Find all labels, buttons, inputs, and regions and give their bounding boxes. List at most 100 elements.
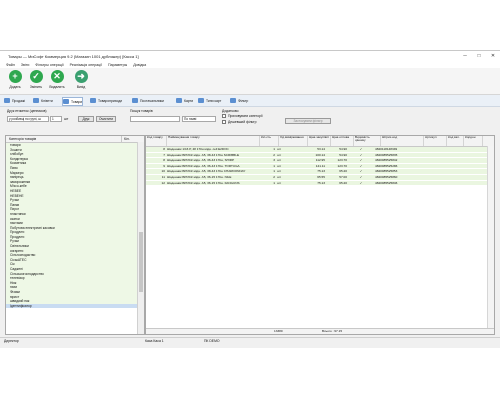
goods-scrollbar[interactable] <box>487 146 494 329</box>
cell-unit: шт <box>277 163 281 168</box>
col-code-incl[interactable]: Код вкл. <box>447 136 464 146</box>
edit-button-label: Змінить <box>29 85 43 89</box>
cell-unit: шт <box>277 174 281 179</box>
menu-help[interactable]: Довідка <box>133 63 146 67</box>
menu-file[interactable]: Файл <box>6 63 15 67</box>
cell-visibility[interactable]: ✓ <box>348 153 374 158</box>
label-extra: Додатково <box>222 109 239 113</box>
edit-check-icon: ✓ <box>29 70 43 83</box>
menu-filter-operations[interactable]: Фільтры операції <box>35 63 63 67</box>
goods-icon <box>63 99 69 104</box>
clear-button[interactable]: Очистити <box>96 116 116 122</box>
category-spacer <box>122 304 132 309</box>
minimize-button[interactable]: ─ <box>458 53 472 59</box>
exit-button[interactable]: ➜ Вихід <box>72 70 90 89</box>
cell-barcode: 4820085525842 <box>375 158 398 163</box>
tab-sales-label: Продажі <box>12 98 26 103</box>
tab-goods-receipts[interactable]: Товароприходи <box>90 97 122 104</box>
search-input[interactable] <box>130 116 180 122</box>
tab-suppliers[interactable]: Постачальники <box>132 97 164 104</box>
menu-reports[interactable]: Звіти <box>21 63 30 67</box>
cards-icon <box>176 98 182 103</box>
menu-parameters[interactable]: Параметры <box>108 63 127 67</box>
tab-clients-label: Клієнти <box>41 98 53 103</box>
cell-code: 12 <box>161 180 165 185</box>
table-row[interactable]: 12 Шоденник БРИСК мідн. A5, 36-15 17Кн. F… <box>146 180 494 187</box>
cell-visibility[interactable]: ✓ <box>348 169 374 174</box>
add-button[interactable]: + Додать <box>6 70 24 89</box>
category-row[interactable]: Ідентифікатор4 <box>6 303 144 309</box>
col-visibility[interactable]: Видимість ціннику <box>354 136 381 146</box>
label-search-goods: Пошук товарів <box>130 109 153 113</box>
print-count-input[interactable]: 1 <box>50 116 62 122</box>
print-button[interactable]: Друк <box>78 116 94 122</box>
cell-barcode: 4820118148349 <box>375 147 398 151</box>
cell-barcode: 4820085525286 <box>375 163 398 168</box>
col-article[interactable]: Артикул <box>424 136 447 146</box>
apply-filter-button[interactable]: Застосувати фільтр <box>285 118 331 124</box>
cell-unit: шт <box>277 180 281 185</box>
cell-buy-price: 141.11 <box>315 163 325 168</box>
tab-clients[interactable]: Клієнти <box>33 97 53 104</box>
cell-barcode: 4820085525853 <box>375 169 398 174</box>
cheaper-filter-checkbox[interactable] <box>222 120 226 124</box>
cell-visibility[interactable]: ✓ <box>348 181 374 186</box>
col-name[interactable]: Найменування товару <box>167 136 260 146</box>
close-button[interactable]: ✕ <box>486 53 500 59</box>
col-code[interactable]: Код товару <box>146 136 167 146</box>
edit-button[interactable]: ✓ Змінить <box>27 70 45 89</box>
col-sell-price[interactable]: Ціна оптова <box>331 136 354 146</box>
tab-filter[interactable]: Фільтр <box>230 97 248 104</box>
col-barcode[interactable]: Штрих-код <box>381 136 424 146</box>
cell-buy-price: 75.13 <box>317 169 325 174</box>
search-mode-select[interactable]: По назві <box>182 116 216 122</box>
add-icon: + <box>8 70 22 83</box>
cell-buy-price: 100.14 <box>315 152 325 157</box>
col-qty[interactable]: Кіл-сть <box>260 136 279 146</box>
cell-qty: 2 <box>273 152 275 157</box>
cell-name: Шоденник БРИСК мідн. A5, 36-15 17Кн. FAN… <box>167 180 240 185</box>
cell-name: Шоденник БРИСК мідн. A5, 36-43 17Кн. TOR… <box>167 163 240 168</box>
cell-visibility[interactable]: ✓ <box>348 175 374 180</box>
cell-qty: 2 <box>273 174 275 179</box>
cell-unit: шт <box>277 158 281 163</box>
add-button-label: Додать <box>9 85 21 89</box>
cell-visibility[interactable]: ✓ <box>348 147 374 152</box>
col-border[interactable]: Кордон <box>464 136 483 146</box>
window-title: Товары — МиСофт Коммерция 9.2 (Магазин 1… <box>8 53 139 59</box>
cell-code: 9 <box>163 163 165 168</box>
tab-sales[interactable]: Продажі <box>4 97 25 104</box>
cell-code: 8 <box>163 158 165 163</box>
cell-name: Шоденник БРИСК мідн. A5, 36-43 17Кн, SHI… <box>167 158 235 163</box>
category-scrollbar-thumb[interactable] <box>139 232 143 292</box>
tab-goods[interactable]: Товари <box>62 97 84 106</box>
col-unit[interactable]: Од.вимірювання <box>279 136 308 146</box>
hide-categories-checkbox[interactable] <box>222 114 226 118</box>
category-scrollbar[interactable] <box>137 142 144 334</box>
menu-sales-operations[interactable]: Реалізація операції <box>70 63 102 67</box>
col-buy-price[interactable]: Ціна закупівлі <box>308 136 331 146</box>
checkmark-icon: ✓ <box>359 169 363 174</box>
maximize-button[interactable]: □ <box>472 53 486 59</box>
cell-name: Шоденник БРИСК мідн. A5, 36-15 17Кн. NIL… <box>167 174 232 179</box>
cell-name: Шоденник 1/16 Р, 48 17Кн мідн. cell E2DO… <box>167 147 229 151</box>
cell-barcode: 4820085525835 <box>375 152 398 157</box>
goods-table: Код товару Найменування товару Кіл-сть О… <box>145 135 495 335</box>
delete-button[interactable]: ✕ Видалить <box>48 70 66 89</box>
cell-sell-price: 54.90 <box>339 152 347 157</box>
print-group-select[interactable]: у розбивці по групі, ш <box>7 116 49 122</box>
cell-visibility[interactable]: ✓ <box>348 158 374 163</box>
cell-qty: 1 <box>273 180 275 185</box>
suppliers-icon <box>132 98 138 103</box>
cell-buy-price: 53.14 <box>317 147 325 151</box>
category-name-header[interactable]: Категорія товарів <box>6 136 122 142</box>
cell-code: 10 <box>161 169 165 174</box>
status-register: Каса Каса 1 <box>145 339 164 343</box>
delete-button-label: Видалить <box>49 85 65 89</box>
goods-table-footer: 13380 Всього : 97.15 <box>146 328 494 334</box>
tab-cards[interactable]: Карти <box>176 97 193 104</box>
exit-button-label: Вихід <box>76 85 86 89</box>
cell-visibility[interactable]: ✓ <box>348 164 374 169</box>
tab-card-types[interactable]: Типи карт <box>198 97 221 104</box>
status-bar: Директор Каса Каса 1 ПК DEMO <box>0 337 500 345</box>
